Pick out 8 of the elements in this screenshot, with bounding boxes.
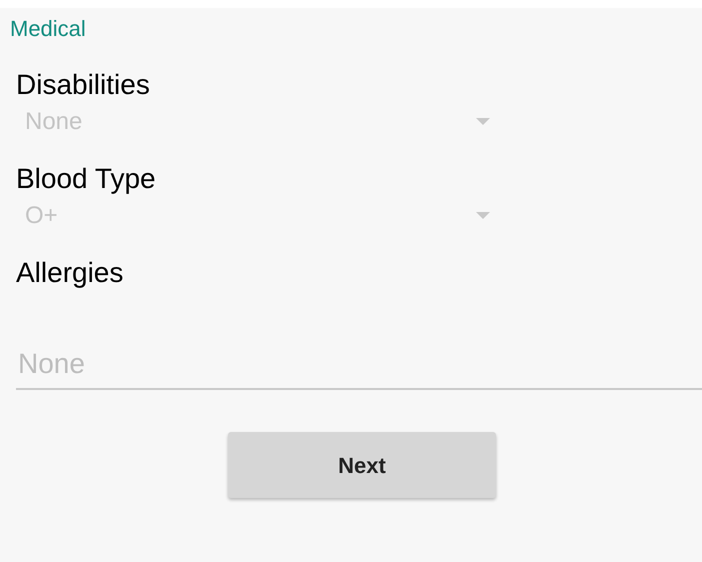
caret-icon <box>476 212 490 220</box>
caret-icon <box>476 118 490 126</box>
field-label: Blood Type <box>16 162 156 196</box>
next-button[interactable]: Next <box>228 432 496 498</box>
section-title: Medical <box>10 16 86 42</box>
field-label: Disabilities <box>16 68 150 102</box>
input-field[interactable]: None <box>16 340 702 390</box>
field-label: Allergies <box>16 256 124 290</box>
